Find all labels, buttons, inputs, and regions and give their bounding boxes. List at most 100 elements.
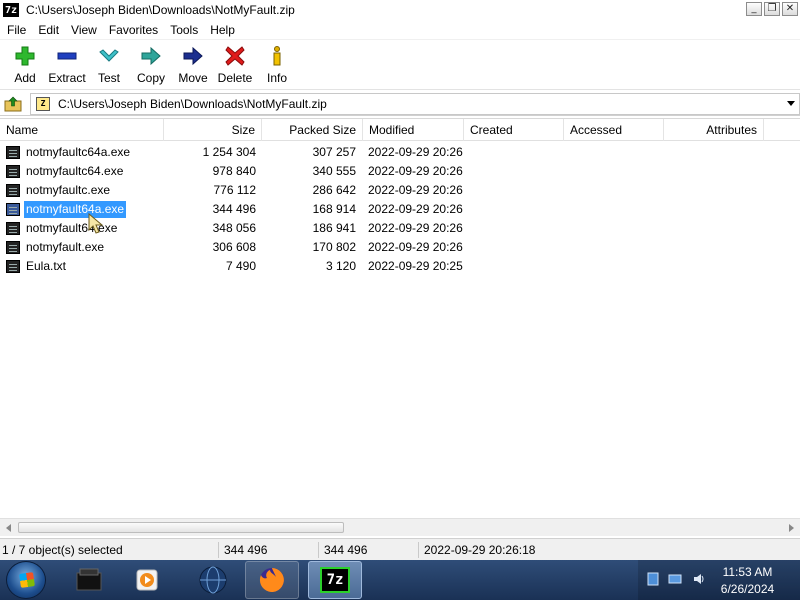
exe-file-icon [6,146,20,159]
file-name: notmyfault64.exe [26,221,118,235]
column-size[interactable]: Size [164,119,262,141]
taskbar-7zip[interactable]: 7z [308,561,362,599]
status-separator [218,542,219,558]
file-packed-size: 286 642 [312,183,356,197]
file-row[interactable]: notmyfaultc.exe 776 112 286 642 2022-09-… [0,181,800,200]
address-path: C:\Users\Joseph Biden\Downloads\NotMyFau… [58,97,327,111]
taskbar: 7z 11:53 AM 6/26/2024 [0,560,800,600]
file-size: 306 608 [212,240,256,254]
status-separator [318,542,319,558]
menu-favorites[interactable]: Favorites [103,20,164,40]
add-button[interactable]: Add [4,40,46,88]
file-name: notmyfaultc64a.exe [26,145,131,159]
file-row[interactable]: notmyfaultc64.exe 978 840 340 555 2022-0… [0,162,800,181]
mouse-cursor-icon [88,213,104,234]
info-icon [266,45,288,67]
taskbar-explorer[interactable] [62,561,116,599]
file-packed-size: 340 555 [312,164,356,178]
menu-view[interactable]: View [65,20,103,40]
exe-file-icon [6,222,20,235]
column-accessed[interactable]: Accessed [564,119,664,141]
status-separator [418,542,419,558]
file-row[interactable]: Eula.txt 7 490 3 120 2022-09-29 20:25 [0,257,800,276]
status-selection: 1 / 7 object(s) selected [2,543,123,557]
menu-help[interactable]: Help [204,20,241,40]
scroll-left-icon[interactable] [6,524,11,532]
minimize-button[interactable]: _ [746,2,762,16]
horizontal-scrollbar[interactable] [0,518,800,536]
file-row-selected[interactable]: notmyfault64a.exe 344 496 168 914 2022-0… [0,200,800,219]
close-button[interactable]: ✕ [782,2,798,16]
column-name[interactable]: Name [0,119,164,141]
copy-button[interactable]: Copy [130,40,172,88]
7zip-app-icon: 7z [3,3,19,17]
chevron-down-icon[interactable] [787,101,795,106]
address-field[interactable]: Z C:\Users\Joseph Biden\Downloads\NotMyF… [30,93,800,115]
file-size: 344 496 [212,202,256,216]
file-modified: 2022-09-29 20:26 [368,164,463,178]
7zip-taskbar-icon: 7z [320,567,350,593]
move-label: Move [178,71,208,85]
scrollbar-thumb[interactable] [18,522,344,533]
file-row[interactable]: notmyfaultc64a.exe 1 254 304 307 257 202… [0,143,800,162]
file-row[interactable]: notmyfault64.exe 348 056 186 941 2022-09… [0,219,800,238]
info-label: Info [266,71,287,85]
file-row[interactable]: notmyfault.exe 306 608 170 802 2022-09-2… [0,238,800,257]
copy-label: Copy [136,71,165,85]
file-packed-size: 168 914 [312,202,356,216]
file-size: 7 490 [225,259,256,273]
column-modified[interactable]: Modified [363,119,464,141]
column-attributes[interactable]: Attributes [664,119,764,141]
extract-button[interactable]: Extract [46,40,88,88]
exe-file-icon [6,184,20,197]
address-bar: Z C:\Users\Joseph Biden\Downloads\NotMyF… [0,92,800,116]
file-name: Eula.txt [26,259,67,273]
delete-button[interactable]: Delete [214,40,256,88]
explorer-icon [76,568,102,591]
delete-x-icon [224,45,246,67]
file-modified: 2022-09-29 20:26 [368,240,463,254]
file-size: 978 840 [212,164,256,178]
action-center-icon[interactable] [646,572,660,586]
toolbar: Add Extract Test Copy Move Delete Info [0,40,800,90]
title-bar: 7z C:\Users\Joseph Biden\Downloads\NotMy… [0,0,800,20]
file-modified: 2022-09-29 20:26 [368,145,463,159]
menu-edit[interactable]: Edit [32,20,65,40]
file-size: 348 056 [212,221,256,235]
delete-label: Delete [217,71,253,85]
file-modified: 2022-09-29 20:26 [368,202,463,216]
info-button[interactable]: Info [256,40,298,88]
column-packed-size[interactable]: Packed Size [262,119,363,141]
list-header: Name Size Packed Size Modified Created A… [0,119,800,141]
file-size: 1 254 304 [202,145,256,159]
start-button[interactable] [6,561,46,599]
folder-up-icon [4,96,22,111]
network-icon[interactable] [668,572,682,586]
clock-date[interactable]: 6/26/2024 [700,582,795,596]
status-modified: 2022-09-29 20:26:18 [424,543,536,557]
file-packed-size: 186 941 [312,221,356,235]
file-list: Name Size Packed Size Modified Created A… [0,118,800,536]
globe-icon [199,566,227,594]
menu-tools[interactable]: Tools [164,20,204,40]
exe-file-icon [6,241,20,254]
minus-icon [56,45,78,67]
move-button[interactable]: Move [172,40,214,88]
column-created[interactable]: Created [464,119,564,141]
restore-button[interactable]: ❐ [764,2,780,16]
up-folder-button[interactable] [2,93,24,115]
scroll-right-icon[interactable] [789,524,794,532]
add-label: Add [14,71,36,85]
taskbar-globe[interactable] [186,561,240,599]
move-arrow-icon [182,45,204,67]
taskbar-media-player[interactable] [120,561,174,599]
menu-file[interactable]: File [0,20,32,40]
clock-time[interactable]: 11:53 AM [700,565,795,579]
plus-icon [14,45,36,67]
window-controls: _ ❐ ✕ [746,2,798,16]
test-button[interactable]: Test [88,40,130,88]
file-modified: 2022-09-29 20:26 [368,221,463,235]
checkmark-icon [98,45,120,67]
taskbar-firefox[interactable] [245,561,299,599]
file-name: notmyfault.exe [26,240,105,254]
